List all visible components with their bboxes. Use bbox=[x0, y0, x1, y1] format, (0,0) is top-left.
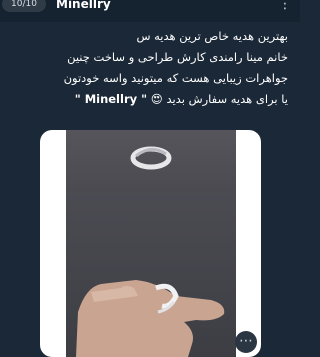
ring-photo-bottom bbox=[66, 192, 236, 357]
hand-with-ring-image bbox=[76, 280, 225, 357]
username[interactable]: Minellry bbox=[56, 0, 111, 11]
photo-card[interactable]: ⋯ bbox=[40, 130, 261, 357]
caption-line-2: خانم مینا رامندی کارش طراحی و ساخت چنین bbox=[67, 50, 288, 64]
story-counter: 10/10 bbox=[2, 0, 46, 12]
more-options-icon[interactable]: ⋯ bbox=[235, 331, 257, 353]
ring-photo[interactable] bbox=[66, 130, 236, 357]
header-bar: 10/10 Minellry ⋮ bbox=[0, 0, 300, 22]
heart-eyes-emoji: 😍 bbox=[150, 92, 163, 106]
brand-name: " Minellry " bbox=[74, 92, 148, 106]
caption-line-4: یا برای هدیه سفارش بدید 😍 " Minellry " bbox=[40, 89, 288, 110]
caption-line-3: جواهرات زیبایی هست که میتونید واسه خودتو… bbox=[63, 71, 288, 85]
ring-image-top bbox=[130, 146, 172, 170]
ring-photo-top bbox=[66, 130, 236, 192]
more-icon[interactable]: ⋮ bbox=[278, 0, 292, 12]
post-caption: بهترین هدیه خاص ترین هدیه س خانم مینا را… bbox=[40, 26, 288, 110]
caption-line-1: بهترین هدیه خاص ترین هدیه س bbox=[136, 29, 288, 43]
caption-line-4-text: یا برای هدیه سفارش بدید bbox=[166, 92, 288, 106]
